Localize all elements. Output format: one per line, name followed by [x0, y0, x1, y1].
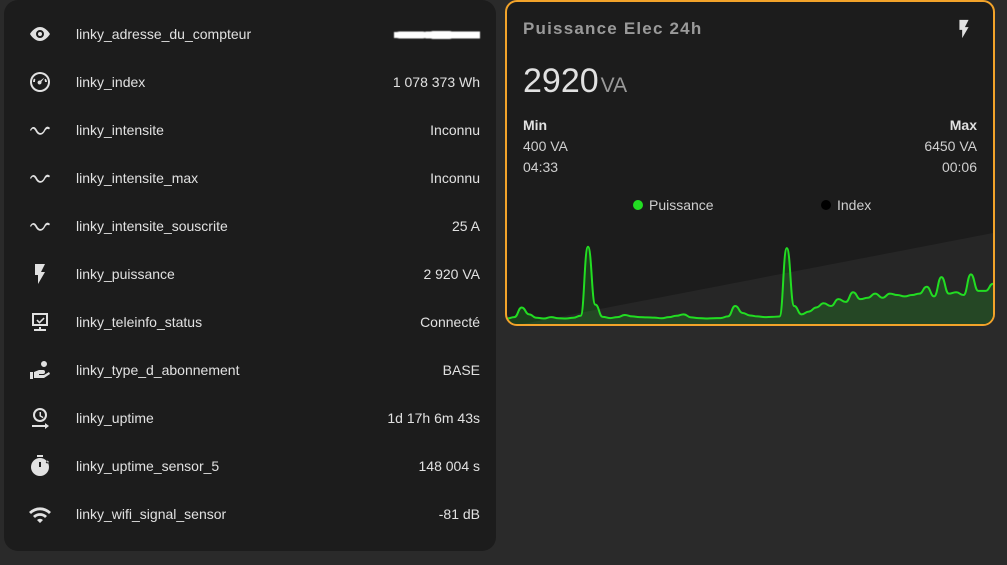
entity-name: linky_intensite_max — [76, 170, 199, 186]
sine-wave-icon — [26, 212, 54, 240]
graph-max-time: 00:06 — [941, 159, 977, 175]
entity-value: 1 078 373 Wh — [392, 74, 480, 90]
entity-name: linky_wifi_signal_sensor — [76, 506, 227, 522]
entity-name: linky_puissance — [76, 266, 175, 282]
redacted-value — [394, 28, 480, 43]
entity-name: linky_intensite — [76, 122, 164, 138]
graph-min-block: Min 400 VA 04:33 — [523, 115, 568, 178]
entity-row-linky_uptime_sensor_5[interactable]: linky_uptime_sensor_5 148 004 s — [4, 442, 496, 490]
flash-icon — [953, 18, 975, 40]
hand-coin-icon — [26, 356, 54, 384]
sine-wave-icon — [26, 164, 54, 192]
entity-value: Inconnu — [430, 122, 480, 138]
entity-row-linky_wifi_signal_sensor[interactable]: linky_wifi_signal_sensor -81 dB — [4, 490, 496, 538]
entity-row-linky_teleinfo_status[interactable]: linky_teleinfo_status Connecté — [4, 298, 496, 346]
entity-row-linky_intensite_souscrite[interactable]: linky_intensite_souscrite 25 A — [4, 202, 496, 250]
entity-value: Inconnu — [430, 170, 480, 186]
entity-value: Connecté — [420, 314, 480, 330]
legend-dot-index — [821, 200, 831, 210]
entity-value: 25 A — [451, 218, 480, 234]
entity-name: linky_adresse_du_compteur — [76, 26, 252, 42]
graph-current-state: 2920VA — [523, 62, 627, 101]
legend-item-puissance[interactable]: Puissance — [633, 197, 714, 213]
graph-title: Puissance Elec 24h — [523, 19, 703, 38]
graph-min-label: Min — [523, 117, 548, 133]
entity-row-linky_index[interactable]: linky_index 1 078 373 Wh — [4, 58, 496, 106]
entity-name: linky_index — [76, 74, 146, 90]
entity-value: -81 dB — [438, 506, 480, 522]
entities-card: linky_adresse_du_compteur linky_index 1 07… — [4, 0, 496, 551]
power-chart — [507, 233, 993, 324]
entity-name: linky_uptime_sensor_5 — [76, 458, 220, 474]
power-graph-card[interactable]: Puissance Elec 24h 2920VA Min 400 VA 04:… — [505, 0, 995, 326]
entity-name: linky_intensite_souscrite — [76, 218, 228, 234]
entity-value: 2 920 VA — [423, 266, 480, 282]
monitor-check-icon — [26, 308, 54, 336]
entity-value: 1d 17h 6m 43s — [387, 410, 480, 426]
entity-row-linky_adresse_du_compteur[interactable]: linky_adresse_du_compteur — [4, 10, 496, 58]
eye-icon — [26, 20, 54, 48]
graph-min-time: 04:33 — [523, 159, 559, 175]
graph-max-block: Max 6450 VA 00:06 — [924, 115, 977, 178]
entity-value: 148 004 s — [418, 458, 481, 474]
entity-value: BASE — [442, 362, 480, 378]
legend-label-puissance: Puissance — [649, 197, 714, 213]
timer-icon — [26, 452, 54, 480]
legend-dot-puissance — [633, 200, 643, 210]
graph-current-value: 2920 — [523, 62, 599, 100]
entity-row-linky_puissance[interactable]: linky_puissance 2 920 VA — [4, 250, 496, 298]
graph-max-value: 6450 VA — [924, 138, 977, 154]
entity-name: linky_teleinfo_status — [76, 314, 203, 330]
entity-row-linky_type_d_abonnement[interactable]: linky_type_d_abonnement BASE — [4, 346, 496, 394]
wifi-icon — [26, 500, 54, 528]
sine-wave-icon — [26, 116, 54, 144]
entity-row-linky_uptime[interactable]: linky_uptime 1d 17h 6m 43s — [4, 394, 496, 442]
graph-current-unit: VA — [600, 74, 628, 97]
entity-name: linky_uptime — [76, 410, 154, 426]
entity-row-linky_intensite[interactable]: linky_intensite Inconnu — [4, 106, 496, 154]
graph-max-label: Max — [949, 117, 977, 133]
legend-label-index: Index — [837, 197, 872, 213]
clock-arrow-icon — [26, 404, 54, 432]
entity-row-linky_intensite_max[interactable]: linky_intensite_max Inconnu — [4, 154, 496, 202]
entity-value — [394, 26, 480, 43]
legend-item-index[interactable]: Index — [821, 197, 871, 213]
entity-name: linky_type_d_abonnement — [76, 362, 240, 378]
graph-min-value: 400 VA — [523, 138, 568, 154]
flash-icon — [26, 260, 54, 288]
gauge-icon — [26, 68, 54, 96]
